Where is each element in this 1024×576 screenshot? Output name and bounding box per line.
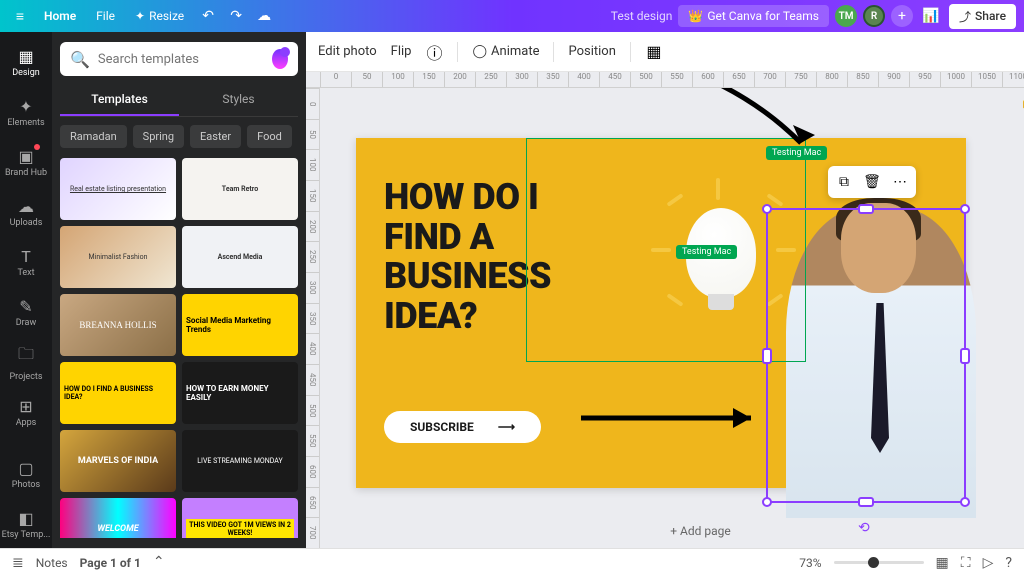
avatar-tm[interactable]: TM bbox=[835, 5, 857, 27]
canvas-area: Edit photo Flip ⓘ ◯ Animate Position ▦ 0… bbox=[306, 32, 1024, 548]
collab-cursor-label: Testing Mac bbox=[676, 245, 737, 259]
element-toolbar: ⧉ 🗑 ⋯ bbox=[828, 166, 916, 198]
brand-icon: ▣ bbox=[18, 147, 33, 166]
redo-icon[interactable]: ↷ bbox=[224, 4, 248, 28]
rail-design[interactable]: ▦Design bbox=[0, 38, 52, 86]
templates-panel: 🔍 Templates Styles Ramadan Spring Easter… bbox=[52, 32, 306, 548]
rail-draw[interactable]: ✎Draw bbox=[0, 288, 52, 336]
rail-text[interactable]: TText bbox=[0, 238, 52, 286]
text-icon: T bbox=[21, 247, 31, 266]
flip-button[interactable]: Flip bbox=[391, 44, 412, 59]
rail-apps[interactable]: ⊞Apps bbox=[0, 388, 52, 436]
notes-button[interactable]: Notes bbox=[36, 556, 68, 570]
file-menu[interactable]: File bbox=[88, 5, 123, 27]
animate-button[interactable]: ◯ Animate bbox=[472, 44, 539, 59]
notes-icon[interactable]: ≣ bbox=[12, 555, 24, 571]
search-icon: 🔍 bbox=[70, 50, 90, 69]
transparency-icon[interactable]: ▦ bbox=[645, 43, 663, 61]
avatar-r[interactable]: R bbox=[863, 5, 885, 27]
page-indicator[interactable]: Page 1 of 1 bbox=[80, 556, 141, 570]
menu-icon[interactable]: ≡ bbox=[8, 4, 32, 28]
home-button[interactable]: Home bbox=[36, 5, 84, 27]
document-title[interactable]: Test design bbox=[611, 9, 673, 23]
draw-icon: ✎ bbox=[19, 297, 32, 316]
template-grid: Real estate listing presentation Team Re… bbox=[60, 158, 298, 538]
template-thumb[interactable]: HOW TO EARN MONEY EASILY bbox=[182, 362, 298, 424]
template-thumb[interactable]: Social Media Marketing Trends bbox=[182, 294, 298, 356]
chip-spring[interactable]: Spring bbox=[133, 125, 184, 148]
ruler-horizontal: 0501001502002503003504004505005506006507… bbox=[306, 72, 1024, 88]
grid-view-icon[interactable]: ▦ bbox=[936, 555, 949, 571]
zoom-slider[interactable] bbox=[834, 561, 924, 564]
collab-selection-label: Testing Mac bbox=[766, 146, 827, 160]
person-photo[interactable] bbox=[786, 208, 976, 518]
tab-templates[interactable]: Templates bbox=[60, 84, 179, 116]
cloud-sync-icon: ☁ bbox=[252, 4, 276, 28]
bottom-bar: ≣ Notes Page 1 of 1 ⌃ 73% ▦ ⛶ ▷ ? bbox=[0, 548, 1024, 576]
duplicate-icon[interactable]: ⧉ bbox=[834, 172, 854, 192]
present-icon[interactable]: ▷ bbox=[983, 555, 994, 571]
info-icon[interactable]: ⓘ bbox=[425, 43, 443, 61]
projects-icon: 🗀 bbox=[18, 343, 34, 370]
share-button[interactable]: ⤴ Share bbox=[949, 4, 1016, 29]
headline-text[interactable]: HOW DO I FIND A BUSINESS IDEA? bbox=[384, 178, 551, 336]
template-thumb[interactable]: Minimalist Fashion bbox=[60, 226, 176, 288]
more-icon[interactable]: ⋯ bbox=[890, 172, 910, 192]
chip-ramadan[interactable]: Ramadan bbox=[60, 125, 127, 148]
zoom-value[interactable]: 73% bbox=[799, 556, 821, 570]
rail-photos[interactable]: ▢Photos bbox=[0, 450, 52, 498]
tab-styles[interactable]: Styles bbox=[179, 84, 298, 116]
template-thumb[interactable]: HOW DO I FIND A BUSINESS IDEA? bbox=[60, 362, 176, 424]
apps-icon: ⊞ bbox=[19, 397, 32, 416]
left-rail: ▦Design ✦Elements ▣Brand Hub ☁Uploads TT… bbox=[0, 32, 52, 548]
rotate-handle-icon[interactable]: ⟲ bbox=[858, 520, 870, 536]
filter-icon[interactable] bbox=[272, 49, 288, 69]
undo-icon[interactable]: ↶ bbox=[196, 4, 220, 28]
etsy-icon: ◧ bbox=[18, 509, 33, 528]
design-icon: ▦ bbox=[18, 47, 33, 66]
arrow-right-icon: ⟶ bbox=[498, 420, 515, 434]
position-button[interactable]: Position bbox=[568, 44, 615, 59]
template-thumb[interactable]: LIVE STREAMING MONDAY bbox=[182, 430, 298, 492]
trash-icon[interactable]: 🗑 bbox=[862, 172, 882, 192]
photos-icon: ▢ bbox=[18, 459, 33, 478]
chip-easter[interactable]: Easter bbox=[190, 125, 241, 148]
search-input[interactable] bbox=[98, 52, 264, 67]
add-collaborator-button[interactable]: + bbox=[891, 5, 913, 27]
panel-tabs: Templates Styles bbox=[60, 84, 298, 117]
context-toolbar: Edit photo Flip ⓘ ◯ Animate Position ▦ bbox=[306, 32, 1024, 72]
rail-elements[interactable]: ✦Elements bbox=[0, 88, 52, 136]
template-thumb[interactable]: Team Retro bbox=[182, 158, 298, 220]
chip-food[interactable]: Food bbox=[247, 125, 292, 148]
rail-etsy[interactable]: ◧Etsy Temp... bbox=[0, 500, 52, 548]
template-thumb[interactable]: THIS VIDEO GOT 1M VIEWS IN 2 WEEKS! bbox=[182, 498, 298, 538]
category-chips: Ramadan Spring Easter Food R › bbox=[60, 125, 298, 148]
fullscreen-icon[interactable]: ⛶ bbox=[961, 555, 971, 571]
top-bar: ≡ Home File ✦ Resize ↶ ↷ ☁ Test design 👑… bbox=[0, 0, 1024, 32]
uploads-icon: ☁ bbox=[18, 197, 34, 216]
elements-icon: ✦ bbox=[19, 97, 32, 116]
template-thumb[interactable]: WELCOME bbox=[60, 498, 176, 538]
template-thumb[interactable]: Real estate listing presentation bbox=[60, 158, 176, 220]
edit-photo-button[interactable]: Edit photo bbox=[318, 44, 377, 59]
help-icon[interactable]: ? bbox=[1005, 555, 1012, 571]
template-thumb[interactable]: BREANNA HOLLIS bbox=[60, 294, 176, 356]
get-teams-button[interactable]: 👑 Get Canva for Teams bbox=[678, 5, 829, 27]
rail-uploads[interactable]: ☁Uploads bbox=[0, 188, 52, 236]
template-thumb[interactable]: MARVELS OF INDIA bbox=[60, 430, 176, 492]
template-thumb[interactable]: Ascend Media bbox=[182, 226, 298, 288]
search-wrap: 🔍 bbox=[60, 42, 298, 76]
analytics-icon[interactable]: 📊 bbox=[919, 4, 943, 28]
add-page-button[interactable]: + Add page bbox=[670, 524, 731, 538]
chevron-up-icon[interactable]: ⌃ bbox=[153, 554, 165, 570]
rail-brand-hub[interactable]: ▣Brand Hub bbox=[0, 138, 52, 186]
subscribe-button[interactable]: SUBSCRIBE⟶ bbox=[384, 411, 541, 443]
resize-button[interactable]: ✦ Resize bbox=[127, 5, 192, 27]
rail-projects[interactable]: 🗀Projects bbox=[0, 338, 52, 386]
